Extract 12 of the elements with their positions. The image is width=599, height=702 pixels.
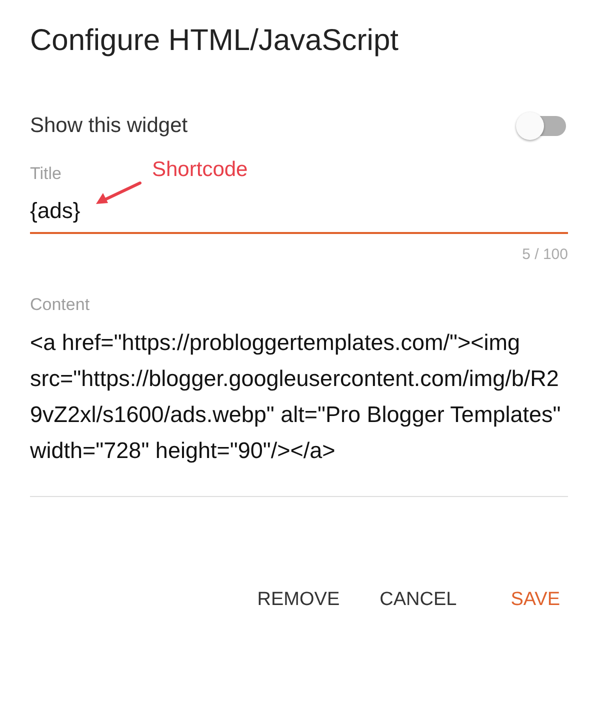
field-label: Content — [30, 295, 90, 315]
action-button[interactable]: CANCEL — [364, 581, 473, 619]
toggle-switch[interactable] — [514, 110, 568, 142]
character-counter: 5 / 100 — [522, 246, 568, 263]
content-field[interactable]: <a href="https://probloggertemplates.com/"><img src="https://blogger.googleusercontent.com/img/b/R29vZ2xl/s1600/ads.webp" alt="Pro Blogger Templates" width="728" height="90"/></a> — [30, 325, 568, 490]
action-button[interactable]: REMOVE — [241, 581, 356, 619]
field-label: Title — [30, 164, 62, 184]
dialog-title: Configure HTML/JavaScript — [30, 24, 400, 58]
annotation-label: Shortcode — [152, 158, 248, 182]
toggle-label: Show this widget — [30, 114, 188, 138]
arrow-icon — [94, 180, 144, 206]
save-button[interactable]: SAVE — [480, 581, 576, 619]
